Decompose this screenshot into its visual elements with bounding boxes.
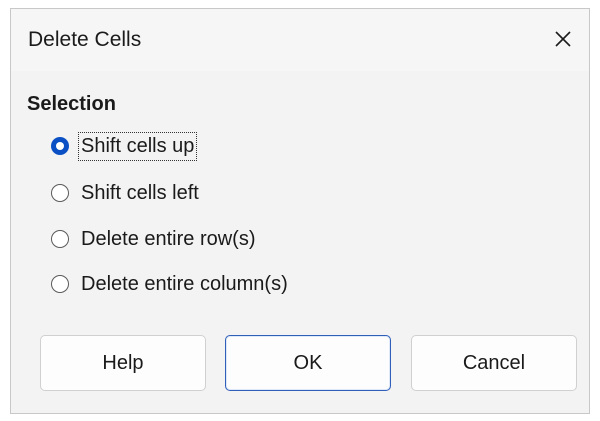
delete-cells-dialog: Delete Cells Selection Shift cells up Sh… [10, 8, 590, 414]
dialog-title: Delete Cells [28, 28, 142, 51]
radio-button[interactable] [51, 230, 69, 248]
radio-button-selected[interactable] [51, 137, 69, 155]
radio-button[interactable] [51, 184, 69, 202]
help-button[interactable]: Help [40, 335, 206, 391]
option-label: Delete entire row(s) [81, 227, 256, 250]
radio-button[interactable] [51, 275, 69, 293]
option-label: Delete entire column(s) [81, 272, 288, 295]
option-shift-cells-left[interactable]: Shift cells left [51, 177, 201, 209]
option-shift-cells-up[interactable]: Shift cells up [51, 130, 198, 162]
selection-group-label: Selection [27, 93, 116, 115]
title-bar: Delete Cells [11, 9, 589, 71]
ok-button[interactable]: OK [225, 335, 391, 391]
option-label: Shift cells left [81, 181, 199, 204]
option-delete-entire-columns[interactable]: Delete entire column(s) [51, 268, 290, 300]
close-button[interactable] [543, 19, 583, 59]
option-delete-entire-rows[interactable]: Delete entire row(s) [51, 223, 258, 255]
close-icon [555, 31, 571, 47]
option-label: Shift cells up [77, 131, 198, 161]
cancel-button[interactable]: Cancel [411, 335, 577, 391]
